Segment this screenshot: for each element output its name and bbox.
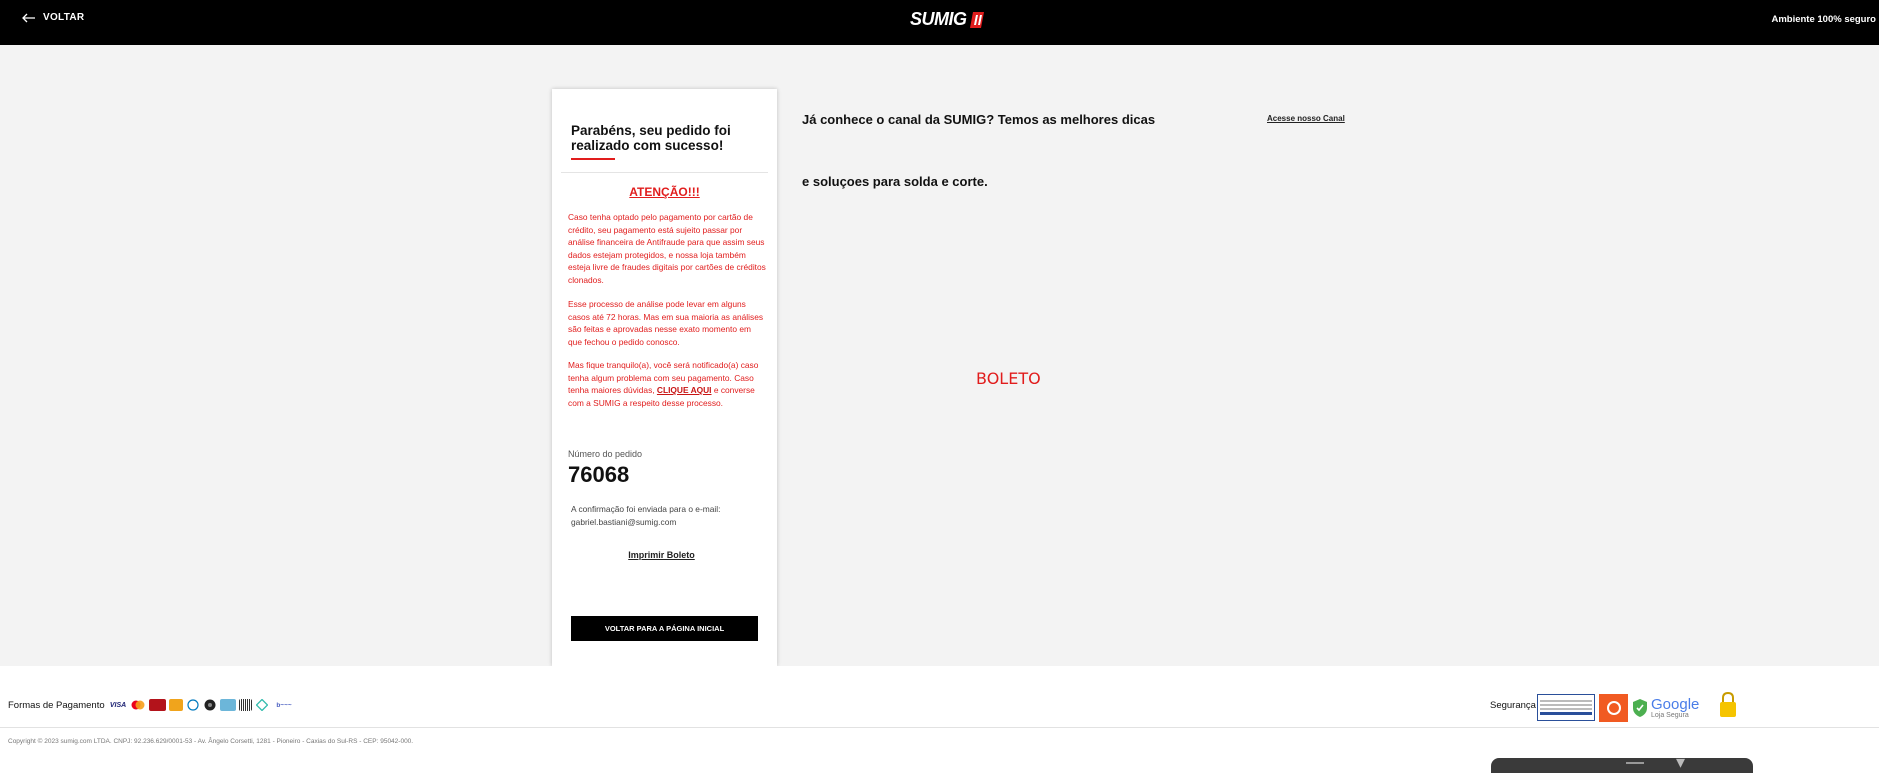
- page-footer: Formas de Pagamento VISA b~~~ Segurança: [0, 666, 1879, 773]
- confirmation-email: gabriel.bastiani@sumig.com: [571, 517, 677, 527]
- chat-widget-tab[interactable]: ▾: [1491, 752, 1753, 773]
- channel-text-line-2: e soluçoes para solda e corte.: [802, 174, 988, 189]
- sitelock-badge-icon[interactable]: [1599, 693, 1628, 722]
- hipercard-icon: [149, 699, 166, 711]
- boleto-icon: [239, 699, 252, 711]
- jcb-icon: [220, 699, 236, 711]
- visa-icon: VISA: [109, 701, 127, 709]
- channel-text-line-1: Já conhece o canal da SUMIG? Temos as me…: [802, 112, 1156, 127]
- back-label: VOLTAR: [43, 12, 85, 23]
- secure-environment-text: Ambiente 100% seguro: [1771, 14, 1876, 25]
- amex-icon: [203, 699, 217, 711]
- back-button[interactable]: VOLTAR: [22, 12, 84, 23]
- title-underline: [571, 158, 615, 160]
- security-label: Segurança: [1490, 700, 1536, 711]
- diners-icon: [186, 699, 200, 711]
- boleto-placeholder: BOLETO: [976, 369, 1041, 388]
- order-success-card: Parabéns, seu pedido foi realizado com s…: [552, 89, 777, 666]
- logo-mark-icon: [969, 11, 984, 28]
- channel-link[interactable]: Acesse nosso Canal: [1267, 114, 1345, 123]
- copyright-text: Copyright © 2023 sumig.com LTDA. CNPJ: 9…: [8, 738, 414, 745]
- footer-divider: [0, 727, 1879, 728]
- card-divider: [561, 172, 768, 173]
- alphassl-badge-icon[interactable]: [1537, 694, 1595, 721]
- security-badges: Google Loja Segura: [1537, 691, 1737, 723]
- pix-icon: [255, 699, 269, 711]
- order-number: 76068: [568, 462, 630, 487]
- success-title: Parabéns, seu pedido foi realizado com s…: [571, 123, 731, 153]
- bank-transfer-icon: b~~~: [276, 701, 292, 709]
- back-to-home-button[interactable]: VOLTAR PARA A PÁGINA INICIAL: [571, 616, 758, 641]
- notice-paragraph-2: Esse processo de análise pode levar em a…: [568, 299, 764, 347]
- chat-widget-logo-icon: ▾: [1676, 752, 1686, 772]
- top-header: VOLTAR SUMIG Ambiente 100% seguro: [0, 0, 1879, 45]
- shield-icon: [1633, 698, 1647, 717]
- https-lock-icon[interactable]: [1719, 691, 1737, 723]
- payment-methods-label: Formas de Pagamento: [8, 700, 105, 711]
- print-boleto-link[interactable]: Imprimir Boleto: [552, 550, 771, 560]
- notice-paragraph-3: Mas fique tranquilo(a), você será notifi…: [568, 359, 766, 409]
- google-subtext: Loja Segura: [1651, 711, 1689, 719]
- sumig-logo[interactable]: SUMIG: [910, 9, 985, 30]
- attention-heading: ATENÇÃO!!!: [629, 185, 700, 199]
- elo-icon: [169, 699, 183, 711]
- chat-widget-label: [1626, 762, 1644, 764]
- payment-icons: VISA b~~~: [109, 699, 296, 711]
- arrow-left-icon: [22, 13, 35, 22]
- google-safe-browsing-icon[interactable]: Google Loja Segura: [1632, 697, 1699, 719]
- order-number-label: Número do pedido: [568, 449, 643, 459]
- click-here-link[interactable]: CLIQUE AQUI: [657, 385, 712, 395]
- notice-paragraph-1: Caso tenha optado pelo pagamento por car…: [568, 212, 766, 285]
- google-text: Google: [1651, 695, 1700, 713]
- confirmation-info: A confirmação foi enviada para o e-mail:…: [571, 503, 771, 529]
- mastercard-icon: [130, 699, 146, 711]
- logo-text: SUMIG: [910, 9, 967, 29]
- confirmation-text: A confirmação foi enviada para o e-mail:: [571, 504, 721, 514]
